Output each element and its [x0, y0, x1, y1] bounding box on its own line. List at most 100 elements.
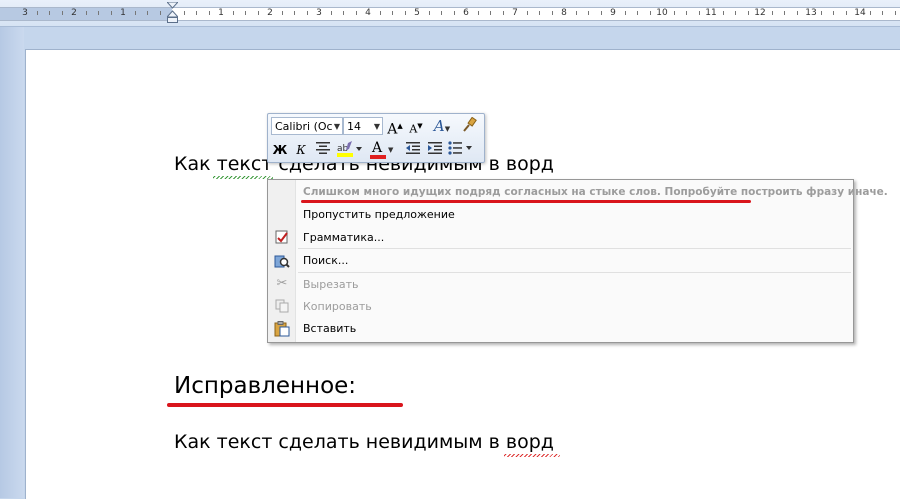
bold-button[interactable]: Ж	[271, 141, 289, 159]
document-text-line-corrected[interactable]: Как текст сделать невидимым в ворд	[174, 431, 554, 453]
ruler-tick	[478, 11, 479, 15]
font-color-button[interactable]: A ▼	[368, 140, 396, 159]
ruler-tick	[601, 11, 602, 15]
increase-indent-button[interactable]	[426, 141, 444, 159]
ruler-tick	[405, 11, 406, 15]
ruler-number: 4	[365, 8, 371, 18]
menu-item-grammar[interactable]: Грамматика...	[303, 231, 384, 244]
menu-item-ignore-sentence[interactable]: Пропустить предложение	[303, 208, 455, 221]
context-menu: Слишком много идущих подряд согласных на…	[267, 179, 888, 343]
horizontal-ruler[interactable]: 3 2 1 1 2 3 4 5 6 7 8 9 10 11 12 13 14	[0, 0, 900, 27]
spelling-squiggle	[504, 454, 560, 457]
ruler-tick	[870, 11, 871, 15]
ruler-tick	[392, 11, 393, 15]
font-size-combo[interactable]: 14 ▼	[343, 117, 383, 135]
ruler-number: 7	[512, 8, 518, 18]
ruler-tick	[49, 11, 50, 15]
decrease-indent-button[interactable]	[404, 141, 422, 159]
ruler-tick	[307, 11, 308, 15]
font-size-value: 14	[347, 120, 361, 133]
menu-separator	[298, 272, 851, 273]
ruler-tick	[258, 11, 259, 15]
ruler-number: 1	[218, 8, 224, 18]
ruler-tick	[699, 11, 700, 15]
ruler-tick	[245, 11, 246, 15]
indent-marker-icon[interactable]	[167, 2, 178, 24]
ruler-tick	[86, 11, 87, 15]
ruler-tick	[527, 11, 528, 15]
highlight-button[interactable]: ab	[336, 141, 362, 159]
styles-button[interactable]: A▼	[430, 117, 454, 135]
ruler-number: 1	[120, 8, 126, 18]
ruler-tick	[343, 11, 344, 15]
increase-indent-icon	[428, 142, 442, 154]
ruler-number: 8	[561, 8, 567, 18]
ruler-tick	[772, 11, 773, 15]
ruler-tick	[637, 11, 638, 15]
decrease-indent-icon	[406, 142, 420, 154]
chevron-down-icon: ▼	[333, 122, 340, 131]
menu-item-paste[interactable]: Вставить	[303, 322, 356, 335]
font-name-combo[interactable]: Calibri (Ос ▼	[271, 117, 343, 135]
shrink-font-button[interactable]: A▼	[407, 117, 425, 136]
ruler-tick	[797, 11, 798, 15]
brush-icon	[463, 116, 477, 132]
ruler-tick	[454, 11, 455, 15]
ruler-tick	[282, 11, 283, 15]
ruler-tick	[233, 11, 234, 15]
ruler-tick	[735, 11, 736, 15]
ruler-tick	[429, 11, 430, 15]
ruler-tick	[625, 11, 626, 15]
ruler-number: 11	[705, 8, 717, 18]
ruler-tick	[294, 11, 295, 15]
italic-button[interactable]: К	[292, 141, 310, 159]
annotation-underline	[167, 403, 403, 407]
copy-icon	[274, 299, 290, 315]
align-center-icon	[316, 142, 330, 154]
grammar-suggestion: Слишком много идущих подряд согласных на…	[303, 186, 888, 198]
ruler-tick	[62, 11, 63, 15]
mini-toolbar: Calibri (Ос ▼ 14 ▼ A▲ A▼ A▼ Ж К ab A ▼	[267, 113, 485, 163]
menu-item-cut[interactable]: Вырезать	[303, 278, 358, 291]
ruler-tick	[160, 11, 161, 15]
ruler-tick	[833, 11, 834, 15]
ruler-number: 5	[414, 8, 420, 18]
ruler-tick	[147, 11, 148, 15]
ruler-tick	[882, 11, 883, 15]
ruler-tick	[588, 11, 589, 15]
ruler-tick	[441, 11, 442, 15]
ruler-tick	[723, 11, 724, 15]
ruler-number: 6	[463, 8, 469, 18]
ruler-number: 13	[805, 8, 817, 18]
italic-icon: К	[296, 143, 306, 157]
ruler-tick	[821, 11, 822, 15]
ruler-number: 3	[22, 8, 28, 18]
document-heading[interactable]: Исправленное:	[174, 373, 356, 399]
menu-item-copy[interactable]: Копировать	[303, 300, 372, 313]
menu-item-research[interactable]: Поиск...	[303, 254, 348, 267]
ruler-tick	[356, 11, 357, 15]
ruler-number: 10	[656, 8, 668, 18]
research-icon	[274, 253, 290, 269]
ruler-tick	[576, 11, 577, 15]
ruler-tick	[846, 11, 847, 15]
ruler-tick	[895, 11, 896, 15]
ruler-tick	[539, 11, 540, 15]
ruler-tick	[650, 11, 651, 15]
grammar-squiggle	[213, 176, 273, 179]
ruler-tick	[196, 11, 197, 15]
bullet-list-icon	[448, 141, 472, 155]
center-align-button[interactable]	[314, 141, 332, 159]
grow-font-button[interactable]: A▲	[386, 117, 404, 138]
ruler-tick	[674, 11, 675, 15]
scissors-icon: ✂	[276, 276, 288, 291]
chevron-down-icon: ▼	[388, 146, 394, 154]
ruler-number: 12	[754, 8, 766, 18]
ruler-number: 9	[610, 8, 616, 18]
bold-icon: Ж	[272, 143, 288, 157]
bullets-button[interactable]	[448, 141, 474, 159]
paste-icon	[274, 321, 290, 337]
format-painter-button[interactable]	[460, 116, 478, 135]
ruler-tick	[184, 11, 185, 15]
ruler-tick	[37, 11, 38, 15]
